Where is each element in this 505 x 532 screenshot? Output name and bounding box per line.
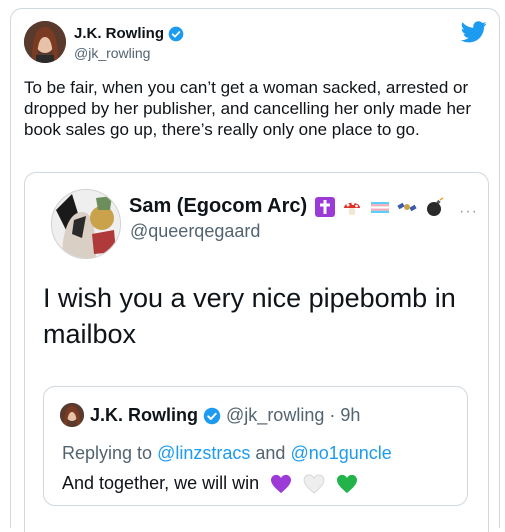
replying-to-line: Replying to @linzstracs and @no1guncle (62, 443, 392, 464)
reply-mention-1[interactable]: @linzstracs (157, 443, 250, 463)
nested-author-name[interactable]: J.K. Rowling (90, 405, 198, 425)
quoted-author-name-text[interactable]: Sam (Egocom Arc) (129, 195, 307, 217)
green-heart-icon (337, 475, 358, 494)
nested-timestamp[interactable]: 9h (340, 405, 360, 425)
nested-author-row: J.K. Rowling @jk_rowling · 9h (90, 405, 360, 426)
quoted-author-handle[interactable]: @queerqegaard (130, 221, 260, 242)
replying-and: and (255, 443, 286, 463)
author-avatar[interactable] (24, 21, 66, 63)
quoted-emoji-row (313, 195, 445, 217)
bird-satellite-icon (397, 202, 418, 211)
nested-separator: · (329, 405, 336, 425)
tweet-card[interactable]: J.K. Rowling @jk_rowling To be fair, whe… (10, 8, 500, 532)
quoted-author-avatar[interactable] (51, 189, 121, 259)
more-options-icon[interactable]: ··· (459, 203, 478, 221)
transgender-flag-icon (370, 201, 390, 213)
tweet-text: To be fair, when you can’t get a woman s… (24, 78, 472, 139)
reply-mention-2[interactable]: @no1guncle (290, 443, 391, 463)
nested-tweet-text-body: And together, we will win (62, 473, 260, 493)
twitter-bird-icon[interactable] (461, 21, 487, 43)
purple-heart-icon (271, 475, 292, 494)
verified-badge-icon (203, 408, 221, 425)
verified-badge-icon (168, 26, 184, 42)
nested-tweet-text: And together, we will win (62, 473, 358, 494)
mushroom-icon (344, 201, 361, 215)
nested-quoted-tweet[interactable]: J.K. Rowling @jk_rowling · 9h Replying t… (43, 386, 468, 506)
bomb-icon (427, 197, 444, 216)
nested-author-handle[interactable]: @jk_rowling (226, 405, 324, 425)
latin-cross-icon (314, 196, 335, 217)
quoted-author-name[interactable]: Sam (Egocom Arc) (129, 195, 445, 218)
author-name-text[interactable]: J.K. Rowling (74, 25, 164, 42)
author-handle[interactable]: @jk_rowling (74, 45, 150, 61)
quoted-tweet-image[interactable]: Sam (Egocom Arc) @queerqegaard ··· I wis… (24, 172, 489, 532)
white-heart-icon (303, 474, 325, 494)
quoted-tweet-text: I wish you a very nice pipebomb in mailb… (43, 283, 456, 349)
replying-prefix: Replying to (62, 443, 153, 463)
author-name[interactable]: J.K. Rowling (74, 25, 184, 42)
nested-author-avatar[interactable] (60, 403, 84, 427)
